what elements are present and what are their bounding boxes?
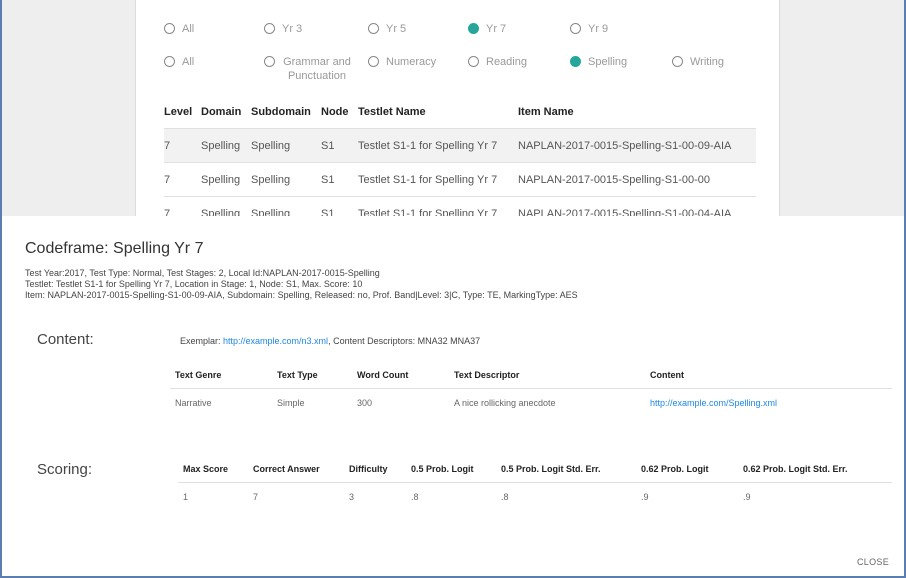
item-browser-card: All Yr 3 Yr 5 Yr 7 Yr 9 All Grammar and …	[135, 0, 780, 220]
radio-year-5[interactable]: Yr 5	[368, 22, 406, 36]
radio-year-all[interactable]: All	[164, 22, 194, 36]
radio-circle-icon	[164, 23, 175, 34]
items-table: Level Domain Subdomain Node Testlet Name…	[164, 96, 756, 230]
radio-year-7[interactable]: Yr 7	[468, 22, 506, 36]
radio-domain-grammar[interactable]: Grammar and Punctuation	[264, 55, 352, 83]
exemplar-link[interactable]: http://example.com/n3.xml	[223, 336, 328, 346]
content-section-label: Content:	[37, 331, 94, 348]
radio-circle-icon	[570, 23, 581, 34]
window-frame: All Yr 3 Yr 5 Yr 7 Yr 9 All Grammar and …	[0, 0, 906, 578]
radio-circle-icon	[468, 56, 479, 67]
close-button[interactable]: CLOSE	[857, 557, 889, 567]
radio-checked-icon	[468, 23, 479, 34]
codeframe-meta: Test Year:2017, Test Type: Normal, Test …	[25, 268, 578, 300]
content-link[interactable]: http://example.com/Spelling.xml	[650, 398, 777, 408]
radio-checked-icon	[570, 56, 581, 67]
radio-year-9[interactable]: Yr 9	[570, 22, 608, 36]
radio-domain-writing[interactable]: Writing	[672, 55, 724, 69]
scoring-table: Max Score Correct Answer Difficulty 0.5 …	[178, 456, 892, 512]
radio-domain-reading[interactable]: Reading	[468, 55, 527, 69]
table-row: 1 7 3 .8 .8 .9 .9	[178, 481, 892, 512]
radio-year-3[interactable]: Yr 3	[264, 22, 302, 36]
codeframe-modal: Codeframe: Spelling Yr 7 Test Year:2017,…	[2, 216, 904, 576]
scoring-section-label: Scoring:	[37, 461, 93, 478]
scoring-table-header: Max Score Correct Answer Difficulty 0.5 …	[183, 463, 848, 474]
content-table: Text Genre Text Type Word Count Text Des…	[170, 362, 892, 418]
exemplar-line: Exemplar: http://example.com/n3.xml, Con…	[180, 336, 481, 346]
items-table-header: Level Domain Subdomain Node Testlet Name…	[164, 106, 574, 118]
radio-circle-icon	[164, 56, 175, 67]
modal-title: Codeframe: Spelling Yr 7	[25, 240, 204, 257]
radio-domain-spelling[interactable]: Spelling	[570, 55, 627, 69]
radio-domain-all[interactable]: All	[164, 55, 194, 69]
table-row: Narrative Simple 300 A nice rollicking a…	[170, 387, 892, 418]
radio-circle-icon	[368, 56, 379, 67]
radio-circle-icon	[672, 56, 683, 67]
background-page: All Yr 3 Yr 5 Yr 7 Yr 9 All Grammar and …	[2, 0, 904, 220]
table-row[interactable]: 7 Spelling Spelling S1 Testlet S1-1 for …	[164, 128, 756, 162]
table-row[interactable]: 7 Spelling Spelling S1 Testlet S1-1 for …	[164, 162, 756, 196]
radio-circle-icon	[368, 23, 379, 34]
radio-circle-icon	[264, 56, 275, 67]
radio-domain-numeracy[interactable]: Numeracy	[368, 55, 436, 69]
content-table-header: Text Genre Text Type Word Count Text Des…	[175, 369, 684, 380]
radio-circle-icon	[264, 23, 275, 34]
